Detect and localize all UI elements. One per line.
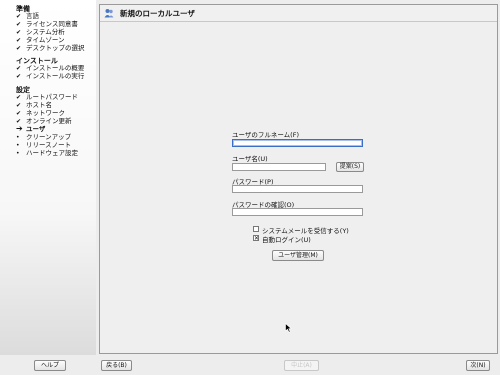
step-system-analysis: ✔ システム分析 (16, 28, 65, 36)
check-icon: ✔ (16, 73, 22, 80)
autologin-checkbox[interactable]: ✕ (253, 235, 259, 242)
step-install-run: ✔ インストールの実行 (16, 72, 85, 80)
step-desktop: ✔ デスクトップの選択 (16, 44, 85, 52)
users-icon (104, 9, 114, 18)
username-field[interactable] (232, 163, 326, 171)
back-button[interactable]: 戻る(B) (101, 360, 132, 371)
mouse-cursor-icon (285, 323, 292, 333)
step-hardware: • ハードウェア設定 (16, 149, 78, 157)
help-button[interactable]: ヘルプ (34, 360, 66, 371)
arrow-right-icon: ➔ (16, 124, 23, 133)
autologin-label[interactable]: 自動ログイン(U) (262, 234, 311, 244)
confirm-password-field[interactable] (232, 208, 363, 216)
step-user-current: ➔ ユーザ (16, 124, 46, 134)
step-release-notes: • リリースノート (16, 141, 72, 149)
step-online-update: ✔ オンライン更新 (16, 117, 72, 125)
step-install-summary: ✔ インストールの概要 (16, 64, 85, 72)
page-title: 新規のローカルユーザ (120, 9, 195, 18)
suggest-button[interactable]: 提案(S) (336, 162, 364, 172)
steps-sidebar: 準備 ✔ 言語 ✔ ライセンス同意書 ✔ システム分析 ✔ タイムゾーン ✔ デスクトップ… (0, 0, 96, 355)
step-timezone: ✔ タイムゾーン (16, 36, 65, 44)
password-field[interactable] (232, 185, 363, 193)
bullet-icon: • (16, 150, 20, 157)
step-root-password: ✔ ルートパスワード (16, 93, 78, 101)
step-cleanup: • クリーンアップ (16, 133, 72, 141)
receive-mail-checkbox[interactable] (253, 226, 259, 232)
step-license: ✔ ライセンス同意書 (16, 20, 78, 28)
fullname-label: ユーザのフルネーム(F) (232, 131, 299, 139)
user-management-button[interactable]: ユーザ管理(M) (272, 250, 324, 261)
username-label: ユーザ名(U) (232, 155, 268, 163)
step-network: ✔ ネットワーク (16, 109, 65, 117)
panel-header: 新規のローカルユーザ (100, 5, 497, 22)
step-language: ✔ 言語 (16, 12, 39, 20)
fullname-field[interactable] (232, 139, 363, 147)
abort-button[interactable]: 中止(A) (284, 360, 319, 371)
main-panel: 新規のローカルユーザ ユーザのフルネーム(F) ユーザ名(U) 提案(S) パス… (99, 4, 498, 354)
step-hostname: ✔ ホスト名 (16, 101, 52, 109)
check-icon: ✔ (16, 45, 22, 52)
next-button[interactable]: 次(N) (466, 360, 490, 371)
